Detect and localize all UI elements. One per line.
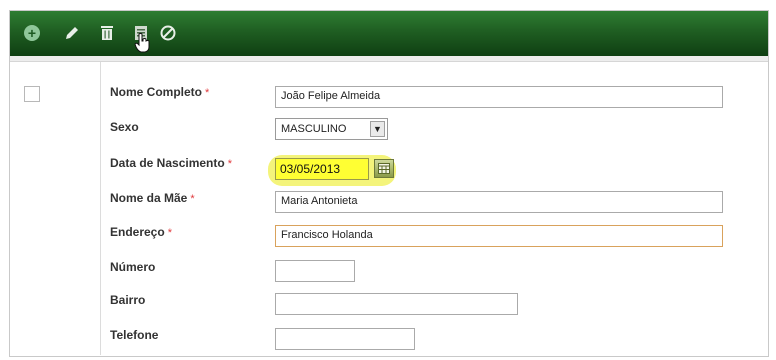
telefone-label: Telefone <box>110 328 159 342</box>
form-panel: + Nome Completo * João Felipe Almeida Se… <box>9 10 769 357</box>
telefone-input[interactable] <box>275 328 415 350</box>
hand-cursor-icon <box>134 33 150 58</box>
cancel-icon[interactable] <box>157 22 179 44</box>
endereco-label: Endereço * <box>110 225 172 239</box>
sexo-select[interactable]: MASCULINO ▼ <box>275 118 388 140</box>
required-mark: * <box>205 87 210 99</box>
numero-label: Número <box>110 260 156 274</box>
pencil-icon[interactable] <box>61 22 83 44</box>
calendar-icon[interactable] <box>374 159 394 178</box>
numero-input[interactable] <box>275 260 355 282</box>
data-nascimento-input[interactable]: 03/05/2013 <box>275 158 369 180</box>
toolbar-divider <box>10 56 768 62</box>
add-icon[interactable]: + <box>21 22 43 44</box>
required-mark: * <box>227 158 232 170</box>
nome-completo-input[interactable]: João Felipe Almeida <box>275 86 723 108</box>
sexo-selected-value: MASCULINO <box>281 123 347 135</box>
required-mark: * <box>190 193 195 205</box>
nome-completo-label: Nome Completo * <box>110 85 210 99</box>
data-nascimento-label: Data de Nascimento * <box>110 156 232 170</box>
row-select-checkbox[interactable] <box>24 86 40 102</box>
column-divider <box>100 62 101 355</box>
trash-icon[interactable] <box>96 22 118 44</box>
bairro-label: Bairro <box>110 293 146 307</box>
toolbar: + <box>10 11 768 56</box>
required-mark: * <box>167 227 172 239</box>
bairro-input[interactable] <box>275 293 518 315</box>
nome-mae-label: Nome da Mãe * <box>110 191 195 205</box>
endereco-input[interactable]: Francisco Holanda <box>275 225 723 247</box>
nome-mae-input[interactable]: Maria Antonieta <box>275 191 723 213</box>
sexo-label: Sexo <box>110 120 139 134</box>
chevron-down-icon[interactable]: ▼ <box>370 121 385 137</box>
